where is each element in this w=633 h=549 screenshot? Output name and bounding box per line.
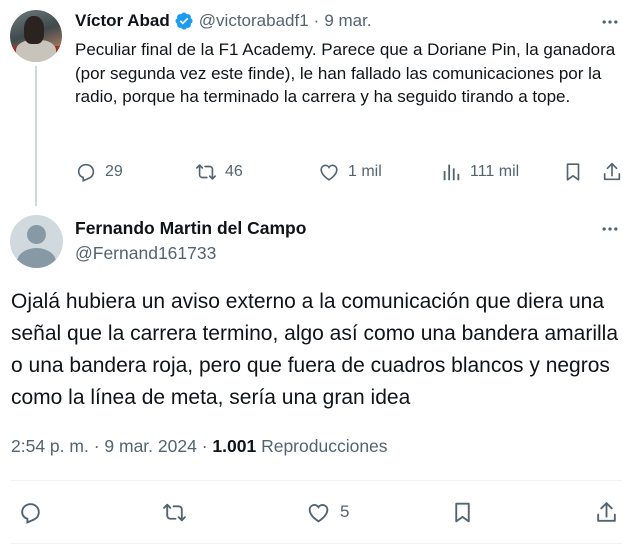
like-count: 1 mil bbox=[348, 163, 382, 180]
separator-dot: · bbox=[313, 11, 320, 30]
like-count: 5 bbox=[340, 502, 350, 521]
avatar[interactable] bbox=[10, 215, 63, 268]
parent-tweet[interactable]: Víctor Abad @victorabadf1 · 9 mar. Pecul… bbox=[0, 0, 633, 206]
default-avatar-shoulders bbox=[17, 248, 56, 268]
separator-dot: · bbox=[93, 436, 100, 456]
bookmark-icon bbox=[455, 502, 470, 522]
avatar[interactable] bbox=[10, 10, 62, 62]
reply-button[interactable] bbox=[18, 498, 43, 526]
tweet-actions: 29 46 1 mil 111 mil bbox=[75, 158, 630, 186]
repost-icon bbox=[163, 503, 186, 521]
author-name[interactable]: Fernando Martin del Campo bbox=[75, 218, 306, 239]
views-button[interactable]: 111 mil bbox=[440, 158, 519, 186]
tweet-meta: 2:54 p. m. · 9 mar. 2024 · 1.001 Reprodu… bbox=[11, 436, 388, 457]
divider bbox=[11, 480, 622, 481]
like-button[interactable]: 5 bbox=[306, 498, 349, 526]
repost-button[interactable]: 46 bbox=[195, 158, 243, 186]
thread-line bbox=[35, 66, 37, 206]
author-name[interactable]: Víctor Abad bbox=[75, 11, 170, 31]
verified-badge-icon bbox=[175, 12, 193, 30]
views-label: Reproducciones bbox=[261, 436, 388, 456]
bookmark-icon bbox=[566, 163, 580, 181]
views-count: 1.001 bbox=[212, 436, 257, 456]
author-handle[interactable]: @victorabadf1 bbox=[199, 11, 309, 31]
bookmark-button[interactable] bbox=[450, 498, 475, 526]
like-icon bbox=[308, 503, 329, 522]
more-icon[interactable] bbox=[599, 11, 621, 33]
default-avatar-head bbox=[27, 225, 46, 244]
tweet-date[interactable]: 9 mar. 2024 bbox=[104, 436, 196, 456]
tweet-text: Peculiar final de la F1 Academy. Parece … bbox=[75, 40, 616, 106]
author-handle[interactable]: @Fernand161733 bbox=[75, 243, 216, 264]
tweet-time[interactable]: 2:54 p. m. bbox=[11, 436, 89, 456]
like-icon bbox=[320, 164, 338, 181]
repost-icon bbox=[196, 164, 216, 180]
share-button[interactable] bbox=[601, 158, 623, 186]
share-icon bbox=[597, 501, 616, 522]
repost-button[interactable] bbox=[162, 498, 187, 526]
reply-count: 29 bbox=[105, 163, 123, 180]
repost-count: 46 bbox=[225, 163, 243, 180]
tweet-date[interactable]: 9 mar. bbox=[324, 11, 371, 31]
share-button[interactable] bbox=[594, 498, 619, 526]
reply-button[interactable]: 29 bbox=[75, 158, 123, 186]
more-icon[interactable] bbox=[599, 218, 621, 240]
tweet-header: Víctor Abad @victorabadf1 · 9 mar. bbox=[75, 10, 372, 32]
separator-dot: · bbox=[201, 436, 208, 456]
like-button[interactable]: 1 mil bbox=[318, 158, 382, 186]
reply-icon bbox=[21, 502, 40, 524]
avatar-head bbox=[24, 16, 44, 44]
share-icon bbox=[603, 162, 621, 181]
views-count: 111 mil bbox=[470, 163, 520, 180]
tweet-actions: 5 bbox=[0, 498, 633, 528]
views-icon bbox=[443, 164, 460, 181]
bookmark-button[interactable] bbox=[562, 158, 584, 186]
tweet-text: Ojalá hubiera un aviso externo a la comu… bbox=[11, 290, 619, 409]
reply-icon bbox=[77, 163, 95, 182]
divider bbox=[11, 543, 622, 544]
